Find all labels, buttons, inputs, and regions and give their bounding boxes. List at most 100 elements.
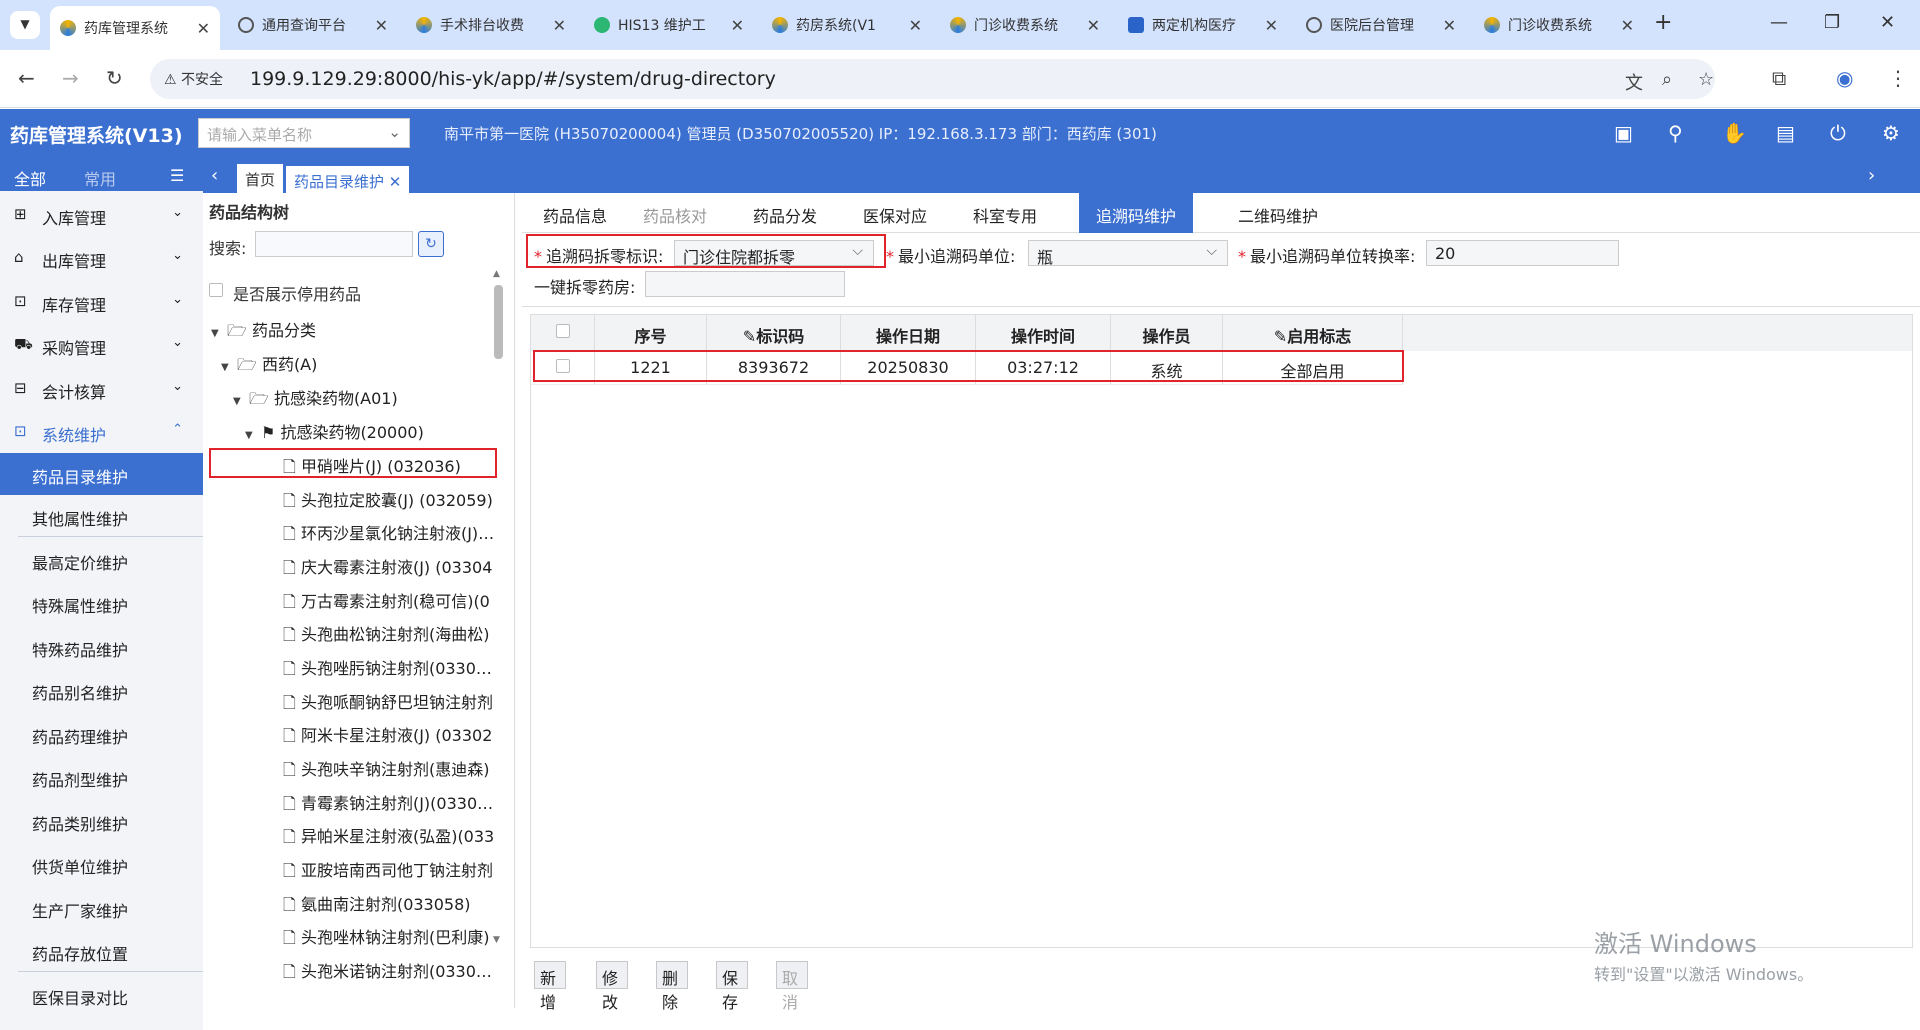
close-tab-icon[interactable]: ✕ bbox=[1443, 16, 1456, 35]
tab-qr-code[interactable]: 二维码维护 bbox=[1208, 193, 1348, 233]
browser-tab-8[interactable]: 门诊收费系统 ✕ bbox=[1474, 6, 1644, 44]
sidebar-item-pharmacology[interactable]: 药品药理维护 bbox=[0, 713, 203, 755]
sidebar-item-storage-location[interactable]: 药品存放位置 bbox=[18, 930, 203, 972]
pharmacy-input[interactable] bbox=[645, 271, 845, 297]
tab-traceability-code[interactable]: 追溯码维护 bbox=[1079, 193, 1193, 233]
close-window-icon[interactable]: ✕ bbox=[1880, 12, 1895, 33]
sidebar-item-special-attributes[interactable]: 特殊属性维护 bbox=[0, 582, 203, 624]
omnibox[interactable]: ⚠ 不安全 199.9.129.29:8000/his-yk/app/#/sys… bbox=[150, 59, 1715, 99]
tree-leaf-7[interactable]: 🗋 头孢哌酮钠舒巴坦钠注射剂 bbox=[283, 689, 495, 719]
profile-icon[interactable]: ◉ bbox=[1836, 66, 1853, 90]
tree-leaf-11[interactable]: 🗋 异帕米星注射液(弘盈)(033 bbox=[283, 823, 495, 853]
tab-drug-check[interactable]: 药品核对 bbox=[628, 193, 722, 233]
sidebar-item-special-drugs[interactable]: 特殊药品维护 bbox=[0, 626, 203, 668]
add-button[interactable]: 新增 bbox=[534, 961, 567, 1012]
browser-tab-0[interactable]: 药库管理系统 ✕ bbox=[50, 6, 220, 50]
url-text[interactable]: 199.9.129.29:8000/his-yk/app/#/system/dr… bbox=[250, 68, 776, 90]
close-tab-icon[interactable]: ✕ bbox=[731, 16, 744, 35]
browser-tab-4[interactable]: 药房系统(V1 ✕ bbox=[762, 6, 932, 44]
tree-leaf-2[interactable]: 🗋 环丙沙星氯化钠注射液(J)(03 bbox=[283, 520, 495, 550]
tab-drug-info[interactable]: 药品信息 bbox=[528, 193, 622, 233]
save-button[interactable]: 保存 bbox=[716, 961, 749, 1012]
sidebar-item-dosage-form[interactable]: 药品剂型维护 bbox=[0, 756, 203, 798]
page-tab-home[interactable]: 首页 bbox=[237, 164, 284, 193]
delete-button[interactable]: 删除 bbox=[656, 961, 689, 1012]
forward-icon[interactable]: → bbox=[62, 66, 79, 90]
hand-icon[interactable]: ✋ bbox=[1722, 121, 1747, 145]
show-stopped-checkbox[interactable] bbox=[209, 283, 223, 297]
tree-node-western[interactable]: ▼ 🗁 西药(A) bbox=[221, 351, 317, 381]
edit-button[interactable]: 修改 bbox=[596, 961, 629, 1012]
browser-tab-1[interactable]: 通用查询平台 ✕ bbox=[228, 6, 398, 44]
tabs-scroll-right-icon[interactable]: › bbox=[1868, 165, 1875, 186]
sidebar-item-drug-directory[interactable]: 药品目录维护 bbox=[0, 453, 203, 495]
screen-icon[interactable]: ▣ bbox=[1614, 121, 1633, 145]
menu-group-accounting[interactable]: ⊟ 会计核算 ⌄ bbox=[0, 369, 203, 409]
browser-tab-2[interactable]: 手术排台收费 ✕ bbox=[406, 6, 576, 44]
restore-icon[interactable]: ❐ bbox=[1824, 12, 1840, 33]
sidebar-item-drug-alias[interactable]: 药品别名维护 bbox=[0, 669, 203, 711]
tree-leaf-9[interactable]: 🗋 头孢呋辛钠注射剂(惠迪森) bbox=[283, 756, 495, 786]
min-unit-select[interactable]: 瓶 ⌵ bbox=[1028, 240, 1228, 267]
tree-scrollbar[interactable]: ▲ ▼ bbox=[493, 269, 503, 961]
close-tab-icon[interactable]: ✕ bbox=[1087, 16, 1100, 35]
scroll-down-icon[interactable]: ▼ bbox=[493, 935, 500, 945]
close-tab-icon[interactable]: ✕ bbox=[375, 16, 388, 35]
security-warning[interactable]: ⚠ 不安全 bbox=[164, 69, 223, 89]
close-tab-icon[interactable]: ✕ bbox=[909, 16, 922, 35]
translate-icon[interactable]: ⽂ bbox=[1625, 69, 1643, 95]
cancel-button[interactable]: 取消 bbox=[776, 961, 809, 1012]
tree-leaf-13[interactable]: 🗋 氨曲南注射剂(033058) bbox=[283, 891, 495, 921]
tab-dept-specific[interactable]: 科室专用 bbox=[958, 193, 1052, 233]
menu-group-outbound[interactable]: ⌂ 出库管理 ⌄ bbox=[0, 238, 203, 278]
ratio-input[interactable]: 20 bbox=[1426, 240, 1619, 266]
sidebar-item-insurance-compare[interactable]: 医保目录对比 bbox=[0, 974, 203, 1016]
browser-tab-3[interactable]: HIS13 维护工 ✕ bbox=[584, 6, 754, 44]
menu-group-stock[interactable]: ⊡ 库存管理 ⌄ bbox=[0, 282, 203, 322]
sidebar-item-supplier[interactable]: 供货单位维护 bbox=[0, 843, 203, 885]
tree-leaf-4[interactable]: 🗋 万古霉素注射剂(稳可信)(0 bbox=[283, 588, 495, 618]
extensions-icon[interactable]: ⧉ bbox=[1772, 66, 1786, 90]
browser-tab-5[interactable]: 门诊收费系统 ✕ bbox=[940, 6, 1110, 44]
tree-leaf-6[interactable]: 🗋 头孢唑肟钠注射剂(033020) bbox=[283, 655, 495, 685]
browser-menu-icon[interactable]: ⋮ bbox=[1888, 66, 1908, 90]
menu-group-purchase[interactable]: ⛟ 采购管理 ⌄ bbox=[0, 325, 203, 365]
tree-node-anti-infective[interactable]: ▼ 🗁 抗感染药物(A01) bbox=[233, 385, 398, 415]
tab-drug-dispense[interactable]: 药品分发 bbox=[738, 193, 832, 233]
scroll-up-icon[interactable]: ▲ bbox=[493, 269, 500, 279]
tree-search-input[interactable] bbox=[255, 231, 413, 257]
close-tab-icon[interactable]: ✕ bbox=[1621, 16, 1634, 35]
settings-gear-icon[interactable]: ⚙ bbox=[1882, 121, 1900, 145]
bookmark-star-icon[interactable]: ☆ bbox=[1698, 69, 1714, 90]
tree-node-drug-category[interactable]: ▼ 🗁 药品分类 bbox=[211, 317, 316, 347]
sidebar-item-drug-category[interactable]: 药品类别维护 bbox=[0, 800, 203, 842]
sidebar-tab-all[interactable]: 全部 bbox=[14, 166, 46, 190]
tree-leaf-5[interactable]: 🗋 头孢曲松钠注射剂(海曲松) bbox=[283, 621, 495, 651]
power-icon[interactable]: ⏻ bbox=[1830, 121, 1846, 145]
menu-search-select[interactable]: 请输入菜单名称 ⌄ bbox=[198, 118, 410, 148]
tree-leaf-8[interactable]: 🗋 阿米卡星注射液(J) (03302 bbox=[283, 722, 495, 752]
scroll-thumb[interactable] bbox=[494, 285, 503, 359]
tree-leaf-15[interactable]: 🗋 头孢米诺钠注射剂(033064) bbox=[283, 958, 495, 988]
close-tab-icon[interactable]: ✕ bbox=[197, 19, 210, 38]
menu-group-system[interactable]: ⊡ 系统维护 ⌃ bbox=[0, 412, 203, 452]
tree-leaf-10[interactable]: 🗋 青霉素钠注射剂(J)(033036) bbox=[283, 790, 495, 820]
sidebar-tab-frequent[interactable]: 常用 bbox=[84, 166, 116, 190]
tree-leaf-14[interactable]: 🗋 头孢唑林钠注射剂(巴利康) bbox=[283, 924, 495, 954]
browser-tab-6[interactable]: 两定机构医疗 ✕ bbox=[1118, 6, 1288, 44]
tree-leaf-12[interactable]: 🗋 亚胺培南西司他丁钠注射剂 bbox=[283, 857, 495, 887]
select-all-checkbox[interactable] bbox=[555, 324, 570, 338]
page-tab-drug-directory[interactable]: 药品目录维护 ✕ bbox=[286, 164, 410, 193]
tree-node-anti-infective-sub[interactable]: ▼ ⚑ 抗感染药物(20000) bbox=[245, 419, 424, 443]
presentation-icon[interactable]: ⚲ bbox=[1668, 121, 1683, 145]
close-tab-icon[interactable]: ✕ bbox=[389, 173, 402, 191]
sidebar-item-max-price[interactable]: 最高定价维护 bbox=[0, 539, 203, 581]
menu-toggle-icon[interactable]: ☰ bbox=[170, 166, 184, 185]
tabs-scroll-left-icon[interactable]: ‹ bbox=[211, 165, 218, 186]
browser-tab-7[interactable]: 医院后台管理 ✕ bbox=[1296, 6, 1466, 44]
minimize-icon[interactable]: — bbox=[1770, 12, 1788, 33]
zoom-icon[interactable]: ⌕ bbox=[1662, 69, 1672, 90]
sidebar-item-manufacturer[interactable]: 生产厂家维护 bbox=[0, 887, 203, 929]
menu-group-inbound[interactable]: ⊞ 入库管理 ⌄ bbox=[0, 195, 203, 235]
sidebar-item-other-attributes[interactable]: 其他属性维护 bbox=[18, 495, 203, 537]
